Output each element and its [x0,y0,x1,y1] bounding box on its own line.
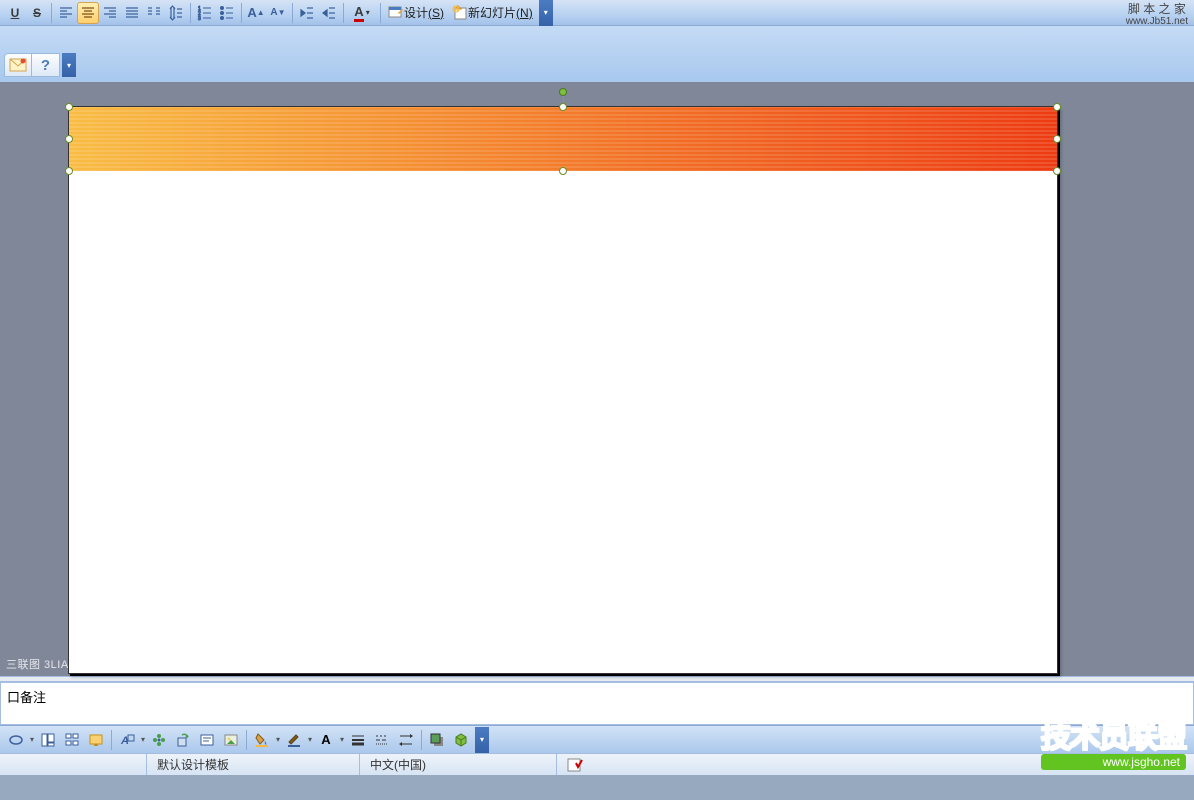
watermark-top-right: 脚 本 之 家 www.Jb51.net [1126,2,1188,28]
insert-picture-button[interactable] [219,729,243,751]
watermark-bottom-left: 三联图 3LIAN.COM [6,656,108,672]
secondary-toolbar: ? [0,26,1194,82]
notes-area[interactable]: 口备注 [0,682,1194,725]
dropdown-arrow-icon[interactable]: ▾ [139,735,147,744]
toolbar-separator [241,3,242,23]
rotate-handle[interactable] [559,88,567,96]
increase-indent-button[interactable] [318,2,340,24]
drawing-toolbar: ▾ A ▾ ▾ ▾ A ▾ [0,725,1194,753]
3d-button[interactable] [449,729,473,751]
fill-color-button[interactable] [250,729,274,751]
resize-handle-top-middle[interactable] [559,103,567,111]
line-style-button[interactable] [370,729,394,751]
line-weight-button[interactable] [346,729,370,751]
slide-sorter-view-button[interactable] [60,729,84,751]
dropdown-arrow-icon[interactable]: ▾ [338,735,346,744]
status-spellcheck[interactable] [556,754,593,775]
toolbar-separator [343,3,344,23]
slide-canvas[interactable] [68,106,1058,674]
toolbar-separator [292,3,293,23]
autoshapes-button[interactable]: A [115,729,139,751]
resize-handle-middle-right[interactable] [1053,135,1061,143]
design-button[interactable]: 设计(S) [384,2,448,24]
toolbar-separator [190,3,191,23]
help-tab-button[interactable]: ? [32,53,60,77]
resize-handle-bottom-middle[interactable] [559,167,567,175]
slideshow-view-button[interactable] [84,729,108,751]
resize-handle-top-left[interactable] [65,103,73,111]
resize-handle-top-right[interactable] [1053,103,1061,111]
toolbar-separator [51,3,52,23]
decrease-indent-button[interactable] [296,2,318,24]
textbox-button[interactable] [195,729,219,751]
oval-tool-button[interactable] [4,729,28,751]
font-color-button[interactable]: A [314,729,338,751]
watermark-bottom-right: 技术员联盟 www.jsgho.net [1041,712,1186,770]
resize-handle-bottom-left[interactable] [65,167,73,175]
status-bar: 默认设计模板 中文(中国) [0,753,1194,775]
toolbar-separator [111,730,112,750]
selected-gradient-rectangle[interactable] [69,107,1057,171]
rotate-button[interactable] [171,729,195,751]
dropdown-arrow-icon[interactable]: ▾ [274,735,282,744]
decrease-font-button[interactable]: A▼ [267,2,289,24]
toolbar-separator [380,3,381,23]
strikethrough-button[interactable]: S [26,2,48,24]
toolbar-overflow-button[interactable] [475,727,489,753]
underline-button[interactable]: U [4,2,26,24]
arrow-style-button[interactable] [394,729,418,751]
notes-placeholder: 口备注 [7,690,46,705]
new-slide-icon [452,5,468,21]
toolbar-separator [421,730,422,750]
align-center-button[interactable] [77,2,99,24]
dropdown-arrow-icon[interactable]: ▾ [306,735,314,744]
select-objects-button[interactable] [147,729,171,751]
svg-text:3: 3 [198,16,201,21]
new-slide-button[interactable]: 新幻灯片(N) [448,2,537,24]
status-template: 默认设计模板 [146,754,359,775]
design-icon [388,5,404,21]
toolbar-overflow-button[interactable] [62,53,76,77]
slide-edit-area[interactable] [0,82,1194,676]
mail-icon [9,58,27,72]
mail-tab-button[interactable] [4,53,32,77]
spellcheck-icon [567,758,583,772]
line-spacing-button[interactable] [165,2,187,24]
numbered-list-button[interactable]: 123 [194,2,216,24]
resize-handle-bottom-right[interactable] [1053,167,1061,175]
align-left-button[interactable] [55,2,77,24]
resize-handle-middle-left[interactable] [65,135,73,143]
bullet-list-button[interactable] [216,2,238,24]
status-language: 中文(中国) [359,754,556,775]
align-justify-button[interactable] [121,2,143,24]
dropdown-arrow-icon[interactable]: ▾ [28,735,36,744]
shadow-button[interactable] [425,729,449,751]
columns-button[interactable] [143,2,165,24]
toolbar-separator [246,730,247,750]
normal-view-button[interactable] [36,729,60,751]
increase-font-button[interactable]: A▲ [245,2,267,24]
line-color-button[interactable] [282,729,306,751]
align-right-button[interactable] [99,2,121,24]
font-color-button[interactable]: A▾ [347,2,377,24]
formatting-toolbar: U S 123 A▲ A▼ A▾ 设计(S) 新幻灯片(N) [0,0,1194,26]
toolbar-overflow-button[interactable] [539,0,553,26]
